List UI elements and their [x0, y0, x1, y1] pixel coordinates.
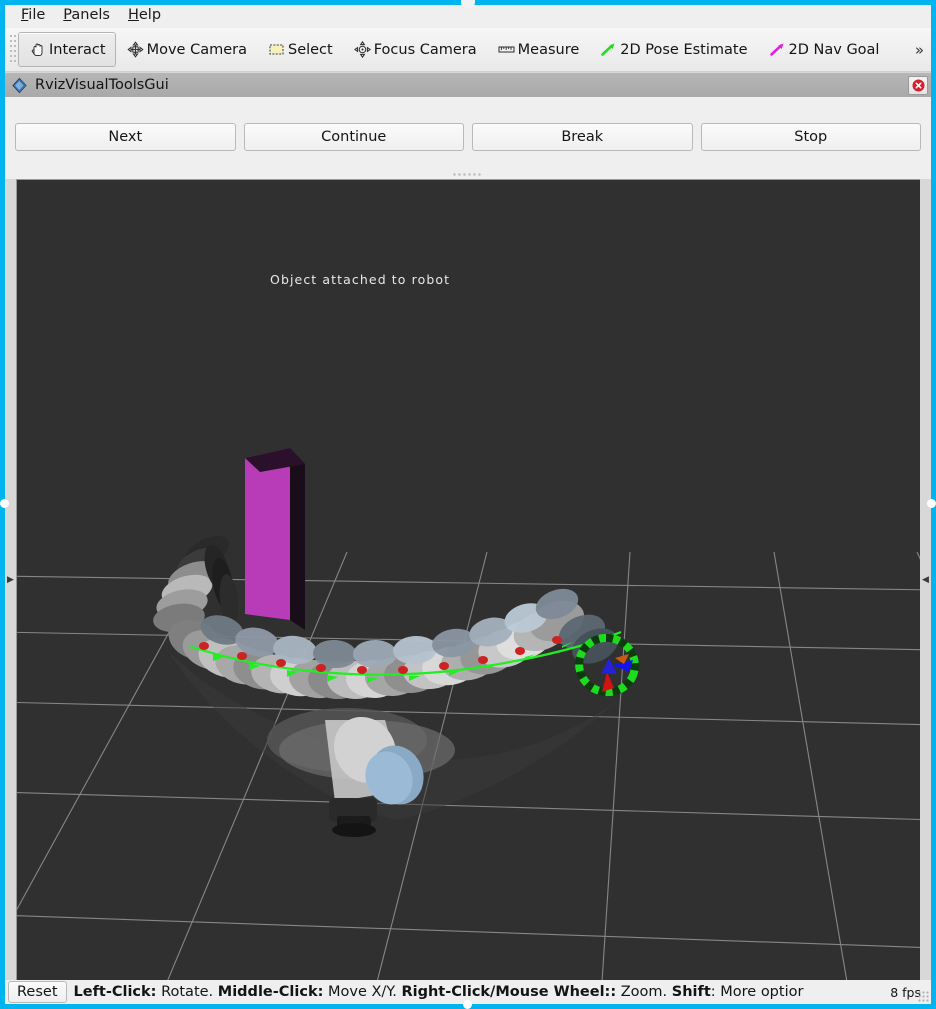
tool-focus-camera[interactable]: Focus Camera [343, 32, 487, 67]
status-hint-text: Left-Click: Rotate. Middle-Click: Move X… [74, 984, 884, 1000]
expand-right-arrow-icon[interactable]: ◀ [922, 575, 929, 585]
horizontal-splitter[interactable] [5, 170, 931, 179]
scene-text-label: Object attached to robot [270, 272, 451, 287]
toolbar-drag-handle[interactable] [8, 34, 18, 65]
tool-select-label: Select [287, 41, 333, 58]
splitter-grip-dots [453, 173, 483, 176]
hand-cursor-icon [28, 40, 47, 59]
status-segment-7: : More optior [710, 984, 804, 1000]
main-window: File Panels Help Interact Move Camera Se… [5, 5, 931, 1004]
scene-background [17, 180, 920, 981]
reset-button[interactable]: Reset [8, 981, 67, 1003]
status-segment-0: Left-Click: [73, 984, 157, 1000]
tool-move-camera-label: Move Camera [146, 41, 247, 58]
stop-button[interactable]: Stop [700, 123, 921, 151]
status-segment-6: Shift [671, 984, 711, 1000]
right-dock-splitter[interactable]: ◀ [920, 179, 931, 981]
rviz-visual-tools-panel: Next Continue Break Stop [5, 97, 931, 170]
tool-measure[interactable]: Measure [487, 32, 590, 67]
status-segment-3: Move X/Y. [323, 984, 402, 1000]
rviz-diamond-icon [10, 76, 29, 95]
panel-title-bar: RvizVisualToolsGui [5, 72, 931, 97]
tool-2d-pose-estimate[interactable]: 2D Pose Estimate [589, 32, 757, 67]
ruler-icon [497, 40, 516, 59]
tool-interact[interactable]: Interact [18, 32, 116, 67]
status-segment-4: Right-Click/Mouse Wheel:: [401, 984, 617, 1000]
tool-2d-nav-goal[interactable]: 2D Nav Goal [758, 32, 890, 67]
break-button[interactable]: Break [472, 123, 693, 151]
focus-camera-icon [353, 40, 372, 59]
next-button[interactable]: Next [15, 123, 236, 151]
move-camera-icon [126, 40, 145, 59]
tool-interact-label: Interact [49, 41, 106, 58]
menu-bar: File Panels Help [5, 5, 931, 28]
continue-button[interactable]: Continue [243, 123, 464, 151]
resize-handle-left[interactable] [0, 499, 9, 508]
fps-counter: 8 fps [890, 984, 921, 1000]
tool-bar: Interact Move Camera Select Focus Camera… [5, 28, 931, 72]
tool-measure-label: Measure [517, 41, 580, 58]
status-segment-1: Rotate. [156, 984, 218, 1000]
close-icon [912, 79, 924, 91]
3d-scene [17, 180, 920, 981]
toolbar-overflow-button[interactable]: » [910, 41, 928, 59]
menu-panels[interactable]: Panels [54, 6, 119, 26]
resize-handle-bottom[interactable] [463, 1000, 472, 1009]
tool-move-camera[interactable]: Move Camera [116, 32, 257, 67]
panel-close-button[interactable] [908, 75, 928, 95]
menu-help[interactable]: Help [119, 6, 170, 26]
status-segment-2: Middle-Click: [217, 984, 324, 1000]
magenta-arrow-icon [768, 40, 787, 59]
tool-2d-nav-goal-label: 2D Nav Goal [788, 41, 880, 58]
expand-left-arrow-icon[interactable]: ▶ [7, 575, 14, 585]
rviz-3d-render-view[interactable]: Object attached to robot [16, 179, 920, 981]
select-rect-icon [267, 40, 286, 59]
status-segment-5: Zoom. [616, 984, 672, 1000]
left-dock-splitter[interactable]: ▶ [5, 179, 16, 981]
tool-2d-pose-estimate-label: 2D Pose Estimate [620, 41, 748, 58]
green-arrow-icon [599, 40, 618, 59]
box-front-face [245, 448, 290, 620]
panel-button-row: Next Continue Break Stop [15, 123, 921, 151]
menu-file[interactable]: File [12, 6, 54, 26]
application-window: File Panels Help Interact Move Camera Se… [0, 0, 936, 1009]
attached-object-box [245, 448, 305, 630]
tool-focus-camera-label: Focus Camera [373, 41, 477, 58]
box-side-face [290, 448, 305, 630]
viewport-container: ▶ ◀ Object attached to robot [5, 179, 931, 981]
resize-grip[interactable] [918, 991, 930, 1003]
tool-select[interactable]: Select [257, 32, 343, 67]
panel-title-label: RvizVisualToolsGui [35, 77, 169, 93]
resize-handle-right[interactable] [927, 499, 936, 508]
